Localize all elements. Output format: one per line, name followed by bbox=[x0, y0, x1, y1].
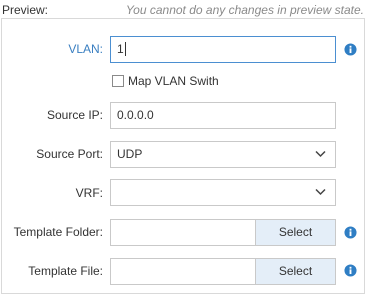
info-icon[interactable] bbox=[344, 226, 357, 239]
vlan-value: 1 bbox=[117, 42, 124, 56]
template-file-label: Template File: bbox=[28, 264, 103, 278]
preview-title: Preview: bbox=[2, 3, 49, 17]
vrf-label: VRF: bbox=[75, 186, 103, 200]
source-port-select[interactable]: UDP bbox=[110, 141, 336, 168]
template-file-select-button[interactable]: Select bbox=[255, 258, 336, 285]
template-folder-input[interactable] bbox=[110, 219, 256, 246]
source-ip-value: 0.0.0.0 bbox=[117, 108, 154, 122]
vlan-input[interactable]: 1 bbox=[110, 36, 336, 63]
source-ip-input[interactable]: 0.0.0.0 bbox=[110, 102, 336, 129]
map-vlan-label: Map VLAN Swith bbox=[128, 74, 219, 88]
info-icon[interactable] bbox=[344, 264, 357, 277]
source-ip-label: Source IP: bbox=[46, 108, 103, 122]
vrf-select[interactable] bbox=[110, 179, 336, 206]
chevron-down-icon bbox=[315, 150, 326, 158]
vlan-label: VLAN: bbox=[68, 42, 103, 56]
source-port-label: Source Port: bbox=[36, 147, 103, 161]
info-icon[interactable] bbox=[344, 43, 357, 56]
map-vlan-checkbox[interactable] bbox=[112, 75, 124, 87]
source-port-value: UDP bbox=[117, 147, 143, 161]
text-caret bbox=[124, 41, 126, 56]
template-folder-label: Template Folder: bbox=[13, 225, 103, 239]
chevron-down-icon bbox=[315, 188, 326, 196]
template-folder-select-button[interactable]: Select bbox=[255, 219, 336, 246]
preview-notice: You cannot do any changes in preview sta… bbox=[125, 3, 364, 17]
template-file-input[interactable] bbox=[110, 258, 256, 285]
